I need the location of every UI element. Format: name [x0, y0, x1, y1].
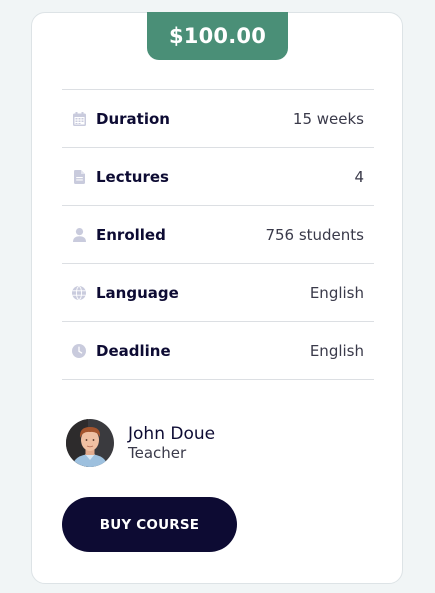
calendar-icon: [72, 111, 86, 127]
lectures-value: 4: [354, 167, 364, 186]
deadline-label: Deadline: [96, 341, 171, 360]
teacher-info: John Doue Teacher: [66, 419, 215, 467]
detail-row-duration: Duration 15 weeks: [62, 90, 374, 148]
enrolled-value: 756 students: [265, 225, 364, 244]
lectures-label: Lectures: [96, 167, 169, 186]
teacher-role: Teacher: [128, 443, 187, 462]
detail-row-deadline: Deadline English: [62, 322, 374, 380]
detail-row-enrolled: Enrolled 756 students: [62, 206, 374, 264]
buy-course-button[interactable]: BUY COURSE: [62, 497, 237, 552]
duration-value: 15 weeks: [292, 109, 364, 128]
detail-row-language: Language English: [62, 264, 374, 322]
clock-icon: [72, 343, 86, 359]
globe-icon: [72, 285, 86, 301]
avatar[interactable]: [66, 419, 114, 467]
detail-row-lectures: Lectures 4: [62, 148, 374, 206]
language-label: Language: [96, 283, 179, 302]
course-card: $100.00 Duration 15 weeks Lectures 4 Enr…: [31, 12, 403, 584]
course-details-list: Duration 15 weeks Lectures 4 Enrolled 75…: [62, 89, 374, 380]
enrolled-label: Enrolled: [96, 225, 166, 244]
deadline-value: English: [309, 341, 364, 360]
language-value: English: [309, 283, 364, 302]
price-badge: $100.00: [147, 12, 288, 60]
teacher-name[interactable]: John Doue: [128, 424, 215, 444]
duration-label: Duration: [96, 109, 170, 128]
user-icon: [72, 227, 86, 243]
document-icon: [72, 169, 86, 185]
